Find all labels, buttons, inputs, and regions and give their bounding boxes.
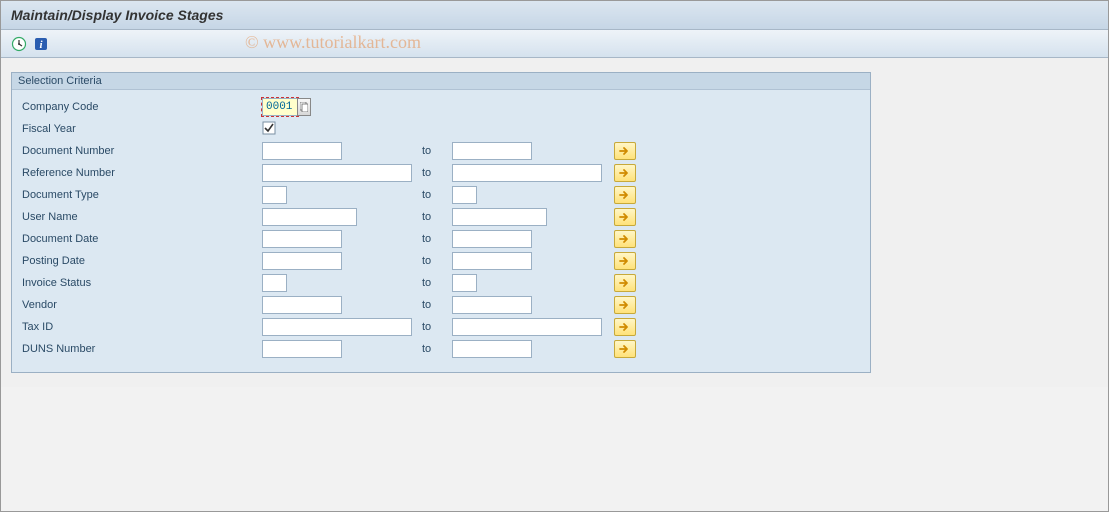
company-code-input[interactable]	[262, 98, 298, 116]
duns-from-input[interactable]	[262, 340, 342, 358]
row-fiscal-year: Fiscal Year	[12, 118, 870, 140]
arrow-right-icon	[618, 300, 632, 310]
to-label: to	[412, 145, 452, 157]
arrow-right-icon	[618, 344, 632, 354]
label-post-date: Posting Date	[22, 255, 262, 267]
label-duns: DUNS Number	[22, 343, 262, 355]
label-tax-id: Tax ID	[22, 321, 262, 333]
ref-number-from-input[interactable]	[262, 164, 412, 182]
arrow-right-icon	[618, 168, 632, 178]
row-duns: DUNS Number to	[12, 338, 870, 360]
user-name-to-input[interactable]	[452, 208, 547, 226]
row-doc-date: Document Date to	[12, 228, 870, 250]
label-inv-status: Invoice Status	[22, 277, 262, 289]
to-label: to	[412, 299, 452, 311]
label-doc-type: Document Type	[22, 189, 262, 201]
search-help-icon	[300, 102, 308, 112]
label-doc-date: Document Date	[22, 233, 262, 245]
row-doc-type: Document Type to	[12, 184, 870, 206]
duns-multiple-selection-button[interactable]	[614, 340, 636, 358]
tax-id-from-input[interactable]	[262, 318, 412, 336]
to-label: to	[412, 167, 452, 179]
label-ref-number: Reference Number	[22, 167, 262, 179]
row-user-name: User Name to	[12, 206, 870, 228]
clock-execute-icon	[11, 36, 27, 52]
doc-number-multiple-selection-button[interactable]	[614, 142, 636, 160]
doc-type-to-input[interactable]	[452, 186, 477, 204]
post-date-from-input[interactable]	[262, 252, 342, 270]
to-label: to	[412, 277, 452, 289]
row-doc-number: Document Number to	[12, 140, 870, 162]
company-code-f4-button[interactable]	[297, 98, 311, 116]
tax-id-to-input[interactable]	[452, 318, 602, 336]
duns-to-input[interactable]	[452, 340, 532, 358]
row-vendor: Vendor to	[12, 294, 870, 316]
to-label: to	[412, 233, 452, 245]
row-company-code: Company Code	[12, 96, 870, 118]
arrow-right-icon	[618, 322, 632, 332]
doc-number-to-input[interactable]	[452, 142, 532, 160]
arrow-right-icon	[618, 212, 632, 222]
arrow-right-icon	[618, 146, 632, 156]
post-date-to-input[interactable]	[452, 252, 532, 270]
arrow-right-icon	[618, 234, 632, 244]
label-fiscal-year: Fiscal Year	[22, 123, 262, 135]
to-label: to	[412, 343, 452, 355]
doc-date-multiple-selection-button[interactable]	[614, 230, 636, 248]
inv-status-multiple-selection-button[interactable]	[614, 274, 636, 292]
arrow-right-icon	[618, 256, 632, 266]
label-vendor: Vendor	[22, 299, 262, 311]
to-label: to	[412, 189, 452, 201]
inv-status-from-input[interactable]	[262, 274, 287, 292]
row-tax-id: Tax ID to	[12, 316, 870, 338]
vendor-from-input[interactable]	[262, 296, 342, 314]
execute-button[interactable]	[11, 36, 27, 52]
doc-type-multiple-selection-button[interactable]	[614, 186, 636, 204]
fiscal-year-checkbox[interactable]	[262, 121, 276, 138]
to-label: to	[412, 321, 452, 333]
to-label: to	[412, 255, 452, 267]
user-name-multiple-selection-button[interactable]	[614, 208, 636, 226]
label-company-code: Company Code	[22, 101, 262, 113]
vendor-to-input[interactable]	[452, 296, 532, 314]
arrow-right-icon	[618, 278, 632, 288]
info-icon: i	[33, 36, 49, 52]
user-name-from-input[interactable]	[262, 208, 357, 226]
checkbox-checked-icon	[262, 121, 276, 135]
post-date-multiple-selection-button[interactable]	[614, 252, 636, 270]
inv-status-to-input[interactable]	[452, 274, 477, 292]
row-inv-status: Invoice Status to	[12, 272, 870, 294]
arrow-right-icon	[618, 190, 632, 200]
content-area: Selection Criteria Company Code Fiscal Y…	[1, 58, 1108, 387]
ref-number-to-input[interactable]	[452, 164, 602, 182]
doc-date-to-input[interactable]	[452, 230, 532, 248]
label-user-name: User Name	[22, 211, 262, 223]
ref-number-multiple-selection-button[interactable]	[614, 164, 636, 182]
label-doc-number: Document Number	[22, 145, 262, 157]
vendor-multiple-selection-button[interactable]	[614, 296, 636, 314]
toolbar: i	[1, 30, 1108, 58]
row-ref-number: Reference Number to	[12, 162, 870, 184]
info-button[interactable]: i	[33, 36, 49, 52]
doc-type-from-input[interactable]	[262, 186, 287, 204]
tax-id-multiple-selection-button[interactable]	[614, 318, 636, 336]
doc-number-from-input[interactable]	[262, 142, 342, 160]
page-title: Maintain/Display Invoice Stages	[1, 1, 1108, 30]
row-post-date: Posting Date to	[12, 250, 870, 272]
doc-date-from-input[interactable]	[262, 230, 342, 248]
to-label: to	[412, 211, 452, 223]
selection-criteria-group: Selection Criteria Company Code Fiscal Y…	[11, 72, 871, 373]
group-title: Selection Criteria	[12, 73, 870, 90]
